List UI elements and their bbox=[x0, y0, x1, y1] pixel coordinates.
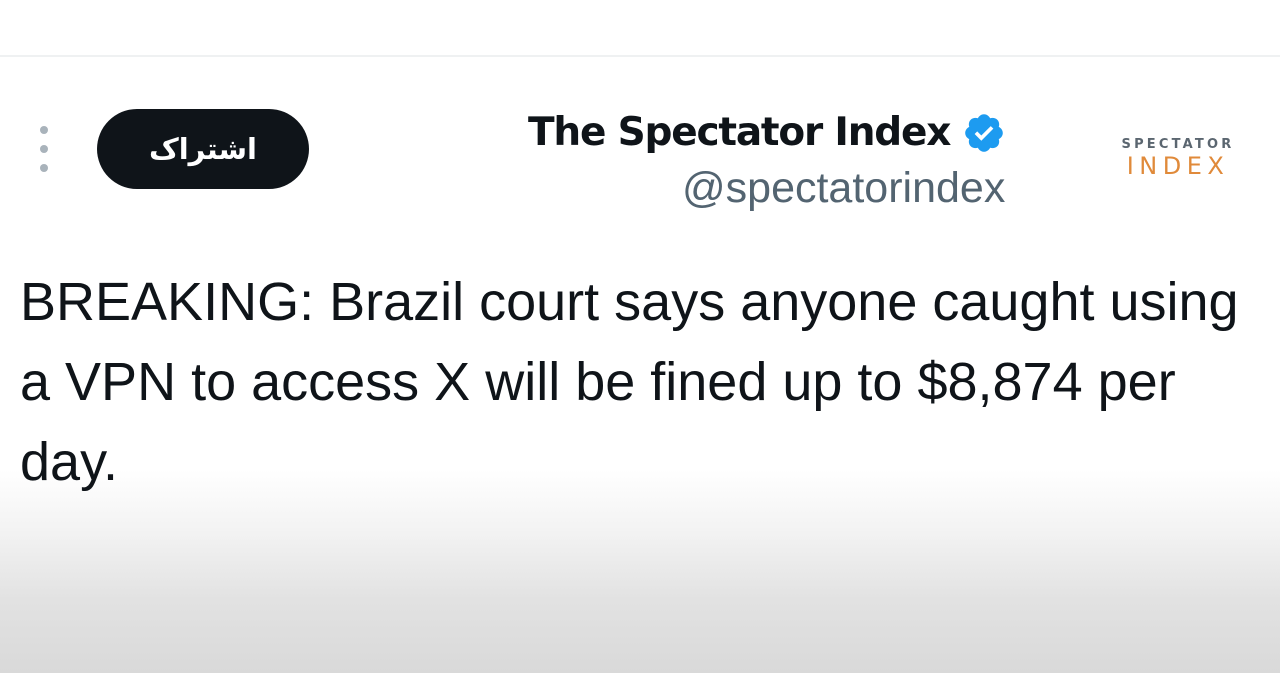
spectator-index-logo: SPECTATOR INDEX bbox=[1112, 138, 1244, 178]
verified-badge-icon bbox=[962, 111, 1006, 155]
menu-dot bbox=[40, 164, 48, 172]
logo-line-2: INDEX bbox=[1126, 152, 1230, 180]
subscribe-button-label: اشتراک bbox=[149, 132, 257, 166]
author-display-name[interactable]: The Spectator Index bbox=[528, 104, 1006, 160]
display-name-text: The Spectator Index bbox=[528, 109, 951, 155]
more-options-icon[interactable] bbox=[32, 126, 56, 172]
menu-dot bbox=[40, 126, 48, 134]
tweet-text: BREAKING: Brazil court says anyone caugh… bbox=[20, 272, 1239, 492]
subscribe-button[interactable]: اشتراک bbox=[97, 109, 309, 189]
menu-dot bbox=[40, 145, 48, 153]
top-divider bbox=[0, 55, 1280, 57]
logo-line-1: SPECTATOR bbox=[1121, 137, 1235, 152]
author-handle[interactable]: @spectatorindex bbox=[682, 164, 1005, 213]
